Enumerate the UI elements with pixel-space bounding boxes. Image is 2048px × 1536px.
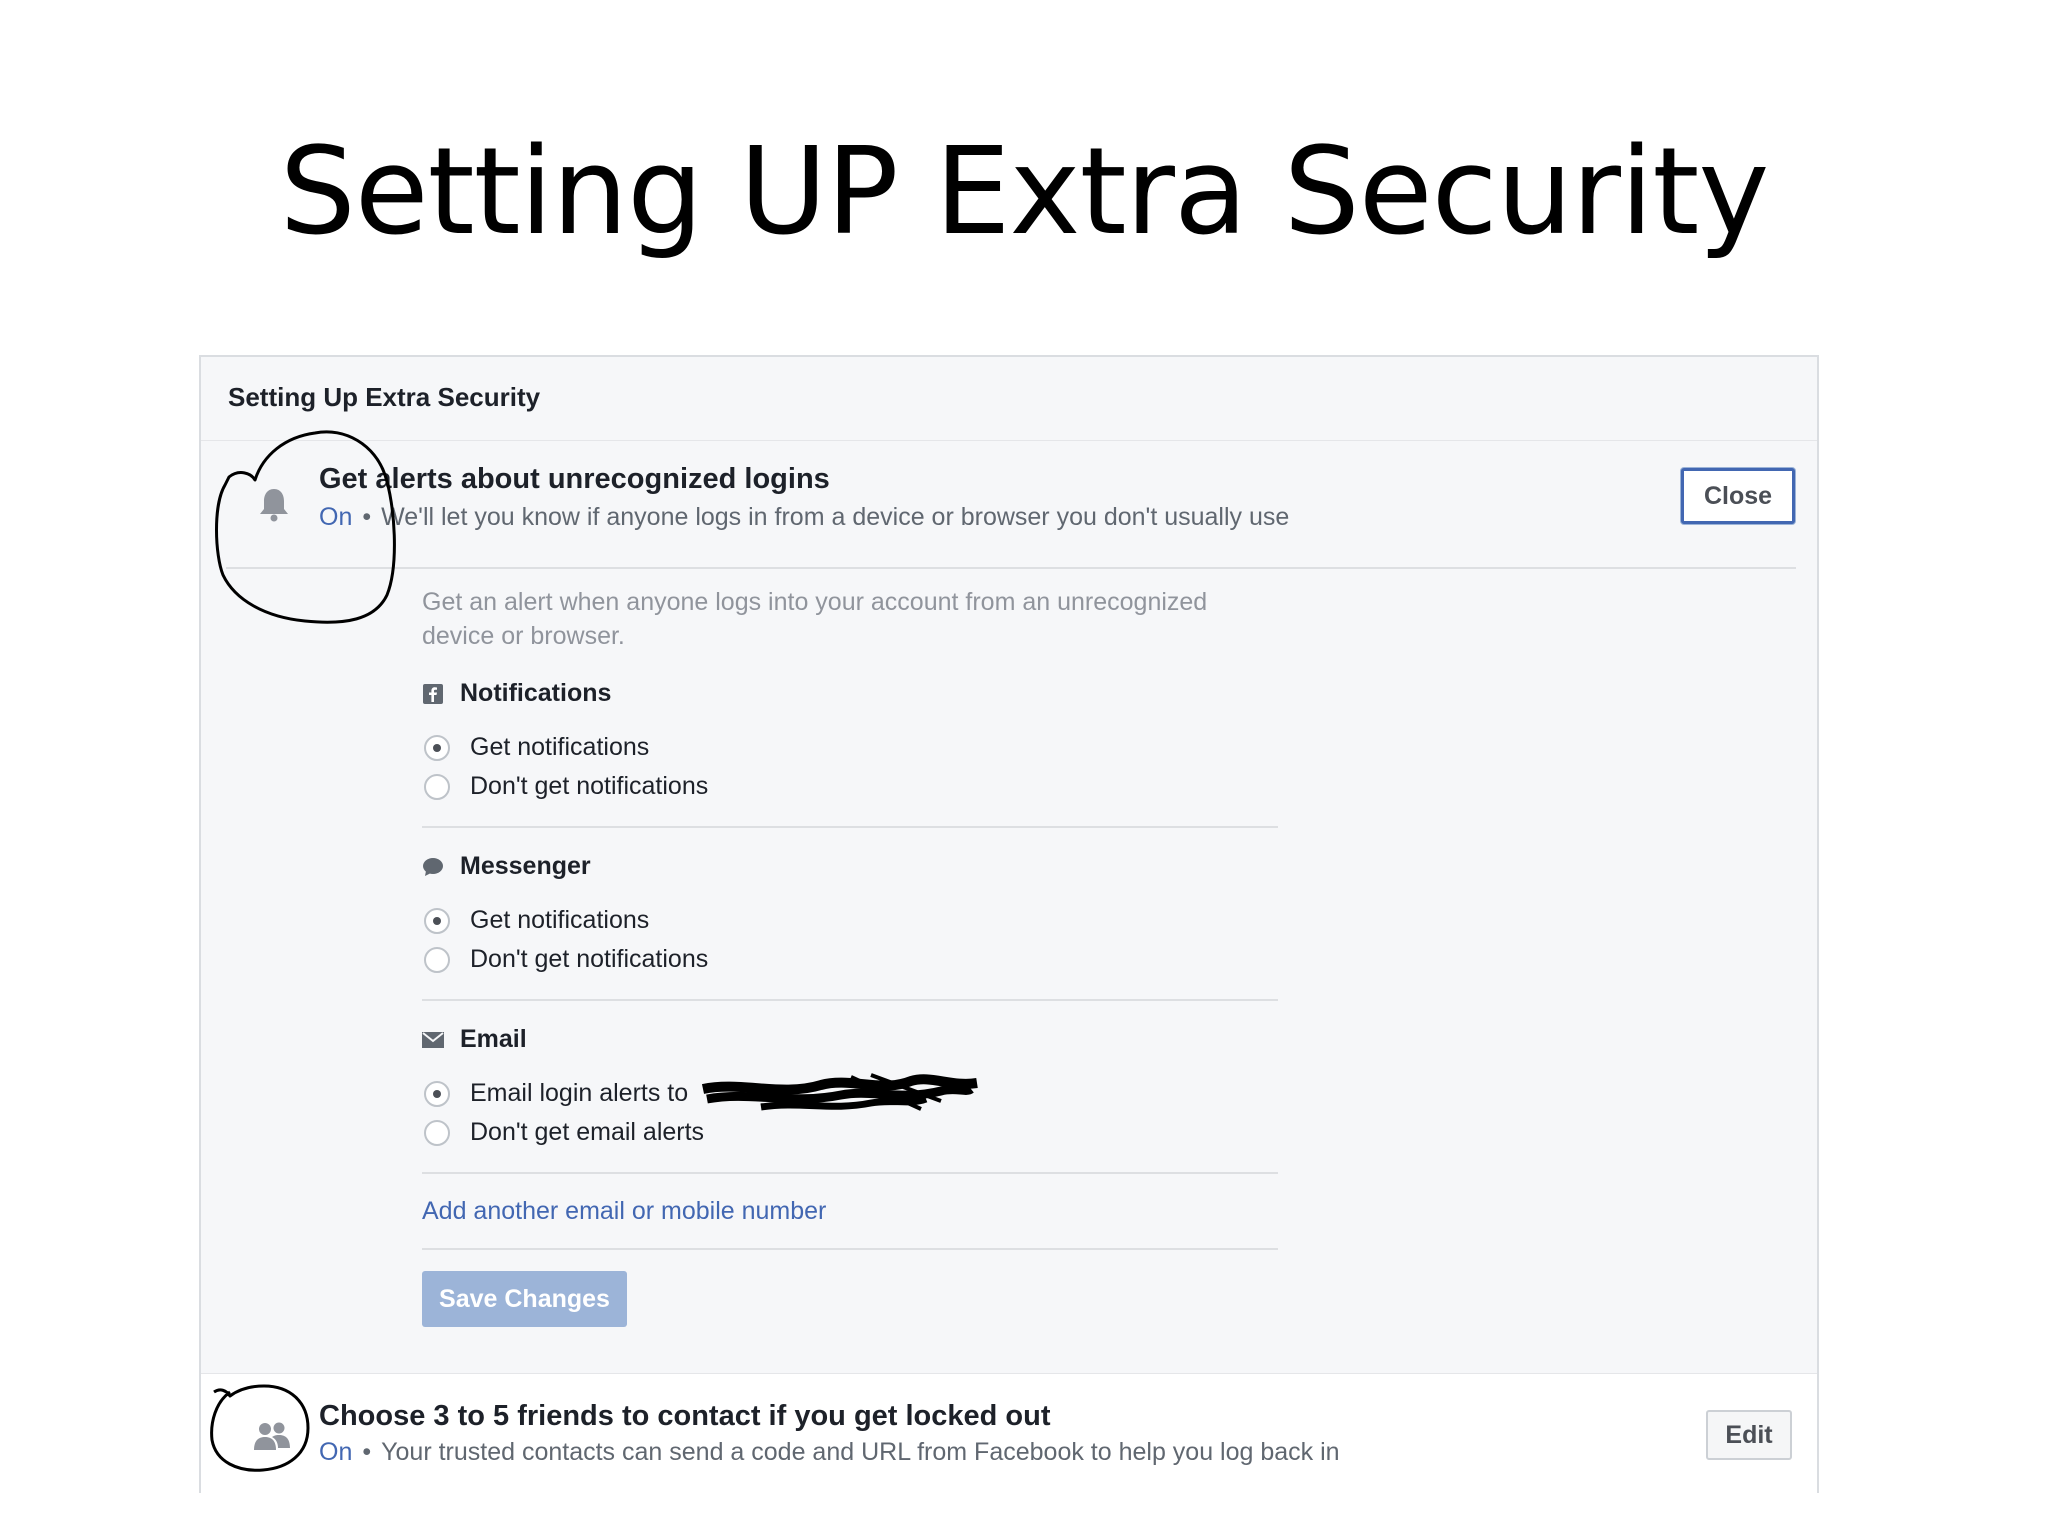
status-on: On: [319, 503, 353, 531]
save-changes-button[interactable]: Save Changes: [422, 1271, 627, 1327]
radio-unselected[interactable]: [424, 946, 450, 973]
radio-unselected[interactable]: [424, 1119, 450, 1146]
notifications-label: Notifications: [460, 679, 612, 707]
messenger-heading: Messenger: [422, 852, 591, 881]
separator-dot: •: [362, 1438, 372, 1466]
panel-header: Setting Up Extra Security: [201, 357, 1817, 441]
notifications-option-get[interactable]: Get notifications: [424, 733, 649, 762]
bell-icon: [257, 486, 291, 527]
notifications-option-dont[interactable]: Don't get notifications: [424, 772, 708, 801]
option-label: Get notifications: [470, 733, 650, 761]
notifications-heading: Notifications: [422, 679, 611, 708]
trusted-contacts-summary: On • Your trusted contacts can send a code…: [319, 1438, 1340, 1467]
summary-text: Your trusted contacts can send a code an…: [381, 1438, 1340, 1466]
close-button[interactable]: Close: [1681, 468, 1795, 524]
envelope-icon: [422, 1029, 444, 1051]
divider: [422, 1172, 1278, 1174]
messenger-option-get[interactable]: Get notifications: [424, 906, 649, 935]
slide-title: Setting UP Extra Security: [279, 123, 1770, 262]
radio-unselected[interactable]: [424, 773, 450, 800]
option-label: Email login alerts to: [470, 1079, 689, 1107]
radio-selected[interactable]: [424, 734, 450, 761]
separator-dot: •: [362, 503, 372, 531]
radio-selected[interactable]: [424, 1080, 450, 1107]
login-alerts-title: Get alerts about unrecognized logins: [319, 463, 830, 495]
trusted-contacts-title: Choose 3 to 5 friends to contact if you …: [319, 1400, 1051, 1432]
divider: [226, 567, 1796, 569]
option-label: Don't get notifications: [470, 945, 709, 973]
messenger-label: Messenger: [460, 852, 591, 880]
email-option-dont[interactable]: Don't get email alerts: [424, 1118, 704, 1147]
settings-panel: Setting Up Extra Security Get alerts abo…: [199, 355, 1819, 1494]
divider: [422, 826, 1278, 828]
redacted-email-scribble: [701, 1073, 978, 1111]
status-on: On: [319, 1438, 353, 1466]
edit-button[interactable]: Edit: [1706, 1410, 1792, 1460]
facebook-icon: [422, 683, 444, 705]
email-option-alerts[interactable]: Email login alerts to: [424, 1079, 688, 1108]
radio-selected[interactable]: [424, 907, 450, 934]
divider: [422, 999, 1278, 1001]
trusted-contacts-row: Choose 3 to 5 friends to contact if you …: [201, 1373, 1817, 1494]
messenger-option-dont[interactable]: Don't get notifications: [424, 945, 708, 974]
email-heading: Email: [422, 1025, 527, 1054]
alerts-description: Get an alert when anyone logs into your …: [422, 588, 1208, 650]
login-alerts-summary: On • We'll let you know if anyone logs in …: [319, 503, 1289, 532]
login-alerts-row: Get alerts about unrecognized logins On •…: [201, 441, 1817, 571]
option-label: Don't get email alerts: [470, 1118, 705, 1146]
email-label: Email: [460, 1025, 527, 1053]
messenger-icon: [422, 856, 444, 878]
summary-text: We'll let you know if anyone logs in fro…: [381, 503, 1290, 531]
add-contact-link[interactable]: Add another email or mobile number: [422, 1197, 826, 1226]
friends-icon: [252, 1420, 292, 1457]
panel-title: Setting Up Extra Security: [228, 382, 541, 412]
option-label: Don't get notifications: [470, 772, 709, 800]
divider: [422, 1248, 1278, 1250]
option-label: Get notifications: [470, 906, 650, 934]
